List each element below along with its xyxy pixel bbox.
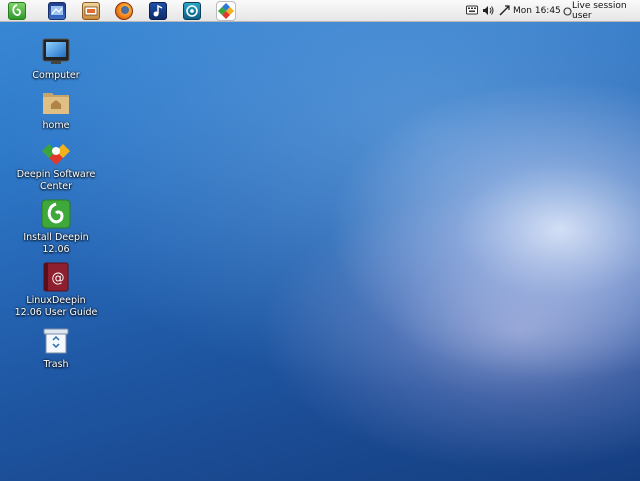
desktop-icon-label: Install Deepin 12.06 <box>23 232 89 255</box>
desktop-icon-trash[interactable]: Trash <box>8 326 104 371</box>
trash-icon <box>41 326 71 356</box>
desktop-icon-user-guide[interactable]: @ LinuxDeepin 12.06 User Guide <box>8 262 104 319</box>
chat-icon[interactable] <box>183 2 201 20</box>
computer-icon <box>41 37 71 67</box>
home-folder-icon <box>41 87 71 117</box>
screenshot-icon[interactable] <box>48 2 66 20</box>
desktop-icon-label: Deepin Software Center <box>16 169 96 192</box>
volume-icon[interactable] <box>482 5 495 16</box>
network-icon[interactable] <box>499 5 510 16</box>
desktop[interactable]: Mon 16:45 Live session user Computer hom… <box>0 0 640 481</box>
power-icon[interactable] <box>563 6 572 17</box>
software-center-icon <box>41 136 71 166</box>
top-panel: Mon 16:45 Live session user <box>0 0 640 22</box>
music-player-icon[interactable] <box>149 2 167 20</box>
software-center-icon[interactable] <box>216 1 236 21</box>
desktop-icon-label: Computer <box>32 70 80 81</box>
firefox-icon[interactable] <box>115 2 133 20</box>
keyboard-icon[interactable] <box>466 5 478 16</box>
desktop-icon-computer[interactable]: Computer <box>8 37 104 82</box>
desktop-icon-install[interactable]: Install Deepin 12.06 <box>8 199 104 256</box>
deepin-logo-icon[interactable] <box>8 2 26 20</box>
image-viewer-icon[interactable] <box>82 2 100 20</box>
desktop-icon-label: Trash <box>43 359 69 370</box>
desktop-icon-home[interactable]: home <box>8 87 104 132</box>
session-user[interactable]: Live session user <box>572 0 640 21</box>
desktop-icon-label: LinuxDeepin 12.06 User Guide <box>14 295 98 318</box>
install-icon <box>41 199 71 229</box>
desktop-icon-software-center[interactable]: Deepin Software Center <box>8 136 104 193</box>
user-guide-icon: @ <box>41 262 71 292</box>
clock[interactable]: Mon 16:45 <box>513 0 561 21</box>
desktop-icon-label: home <box>42 120 70 131</box>
svg-text:@: @ <box>52 271 65 286</box>
